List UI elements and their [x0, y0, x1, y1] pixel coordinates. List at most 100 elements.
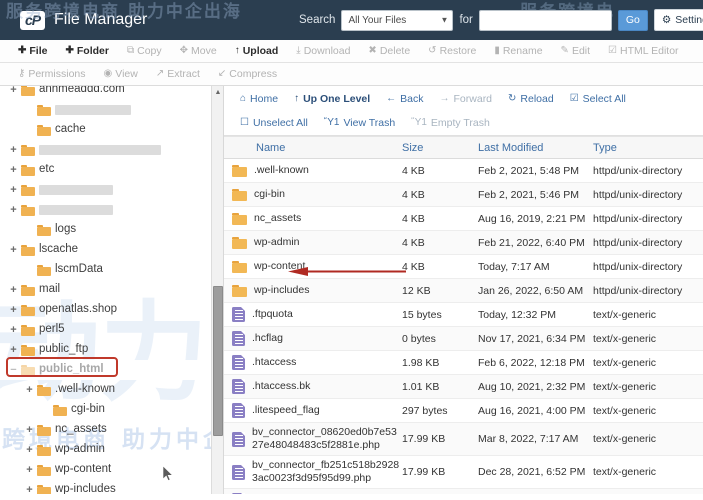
table-row[interactable]: .htaccess1.98 KBFeb 6, 2022, 12:18 PMtex…	[224, 351, 703, 375]
tree-node-redacted[interactable]: +	[0, 180, 223, 200]
nav-button-view-trash[interactable]: Ὕ1View Trash	[316, 117, 403, 129]
table-row[interactable]: .hcflag0 bytesNov 17, 2021, 6:34 PMtext/…	[224, 327, 703, 351]
file-name-cell[interactable]: wp-includes	[224, 284, 402, 297]
nav-button-up-one-level[interactable]: ↑Up One Level	[286, 93, 378, 105]
file-modified-cell: Feb 21, 2022, 6:40 PM	[478, 237, 593, 249]
toolbar-button-upload[interactable]: ↑Upload	[226, 45, 288, 57]
file-name-cell[interactable]: cgi-bin	[224, 188, 402, 201]
tree-node-openatlas-shop[interactable]: +openatlas.shop	[0, 300, 223, 320]
tree-node-etc[interactable]: +etc	[0, 160, 223, 180]
toolbar-button-folder[interactable]: ✚Folder	[56, 45, 117, 57]
tree-node-public-html[interactable]: −public_html	[0, 360, 223, 380]
file-name-cell[interactable]: .litespeed_flag	[224, 403, 402, 418]
tree-expand-icon[interactable]: +	[8, 345, 19, 356]
tree-node-wp-includes[interactable]: +wp-includes	[0, 480, 223, 494]
column-header-name[interactable]: Name	[224, 142, 402, 154]
toolbar-button-file[interactable]: ✚File	[9, 45, 56, 57]
table-row[interactable]: .ftpquota15 bytesToday, 12:32 PMtext/x-g…	[224, 303, 703, 327]
file-table-header: Name Size Last Modified Type	[224, 136, 703, 159]
tree-node-cgi-bin[interactable]: +cgi-bin	[0, 400, 223, 420]
file-name-cell[interactable]: error_log	[224, 493, 402, 494]
tree-node-nc-assets[interactable]: +nc_assets	[0, 420, 223, 440]
table-row[interactable]: bv_connector_08620ed0b7e5327e48048483c5f…	[224, 423, 703, 456]
file-size-cell: 4 KB	[402, 213, 478, 225]
file-name-cell[interactable]: nc_assets	[224, 212, 402, 225]
tree-node-perl5[interactable]: +perl5	[0, 320, 223, 340]
folder-icon	[232, 189, 247, 201]
table-row[interactable]: bv_connector_fb251c518b29283ac0023f3d95f…	[224, 456, 703, 489]
tree-expand-icon[interactable]: +	[24, 385, 35, 396]
settings-button[interactable]: ⚙ Setting	[654, 9, 703, 31]
file-name-cell[interactable]: bv_connector_08620ed0b7e5327e48048483c5f…	[224, 426, 402, 452]
file-name-cell[interactable]: .well-known	[224, 164, 402, 177]
file-name-cell[interactable]: wp-admin	[224, 236, 402, 249]
nav-button-back[interactable]: ←Back	[378, 93, 431, 105]
sidebar-scrollbar-thumb[interactable]	[213, 286, 223, 436]
file-name-cell[interactable]: wp-content	[224, 260, 402, 273]
column-header-last-modified[interactable]: Last Modified	[478, 142, 593, 154]
cpanel-logo-icon: cP	[20, 11, 45, 30]
nav-button-unselect-all[interactable]: ☐Unselect All	[232, 117, 316, 129]
tree-expand-icon[interactable]: +	[8, 325, 19, 336]
tree-collapse-icon[interactable]: −	[8, 365, 19, 376]
file-type-cell: httpd/unix-directory	[593, 213, 703, 225]
tree-node-cache[interactable]: +cache	[0, 120, 223, 140]
nav-button-home[interactable]: ⌂Home	[232, 93, 286, 105]
table-row[interactable]: cgi-bin4 KBFeb 2, 2021, 5:46 PMhttpd/uni…	[224, 183, 703, 207]
folder-icon	[37, 225, 51, 236]
file-name-cell[interactable]: bv_connector_fb251c518b29283ac0023f3d95f…	[224, 459, 402, 485]
file-type-cell: text/x-generic	[593, 466, 703, 478]
table-row[interactable]: .htaccess.bk1.01 KBAug 10, 2021, 2:32 PM…	[224, 375, 703, 399]
column-header-type[interactable]: Type	[593, 142, 703, 154]
tree-node-wp-content[interactable]: +wp-content	[0, 460, 223, 480]
table-row[interactable]: .litespeed_flag297 bytesAug 16, 2021, 4:…	[224, 399, 703, 423]
tree-expand-icon[interactable]: +	[8, 165, 19, 176]
nav-button-reload[interactable]: ↻Reload	[500, 93, 562, 105]
tree-node-redacted[interactable]: +	[0, 200, 223, 220]
search-input[interactable]	[479, 10, 612, 31]
tree-expand-icon[interactable]: +	[8, 86, 19, 96]
tree-node-wp-admin[interactable]: +wp-admin	[0, 440, 223, 460]
search-scope-select[interactable]: All Your Files	[341, 10, 453, 31]
tree-node-public-ftp[interactable]: +public_ftp	[0, 340, 223, 360]
tree-node-redacted[interactable]: +	[0, 140, 223, 160]
scroll-up-arrow-icon[interactable]: ▲	[213, 87, 223, 98]
tree-node-lscache[interactable]: +lscache	[0, 240, 223, 260]
tree-expand-icon[interactable]: +	[24, 465, 35, 476]
file-name-cell[interactable]: .ftpquota	[224, 307, 402, 322]
tree-expand-icon[interactable]: +	[8, 205, 19, 216]
table-row[interactable]: wp-admin4 KBFeb 21, 2022, 6:40 PMhttpd/u…	[224, 231, 703, 255]
column-header-size[interactable]: Size	[402, 142, 478, 154]
tree-expand-icon[interactable]: +	[24, 445, 35, 456]
table-row[interactable]: error_log9.71 MBYesterday, 11:34 PMtext/…	[224, 489, 703, 494]
tree-node--well-known[interactable]: +.well-known	[0, 380, 223, 400]
table-row[interactable]: nc_assets4 KBAug 16, 2019, 2:21 PMhttpd/…	[224, 207, 703, 231]
file-name-cell[interactable]: .htaccess	[224, 355, 402, 370]
tree-node-anhmeaddd-com[interactable]: +anhmeaddd.com	[0, 86, 223, 100]
tree-node-lscmdata[interactable]: +lscmData	[0, 260, 223, 280]
sidebar-scrollbar[interactable]: ▲	[211, 86, 223, 494]
tree-expand-icon[interactable]: +	[8, 185, 19, 196]
tree-expand-icon[interactable]: +	[8, 285, 19, 296]
table-row[interactable]: wp-content4 KBToday, 7:17 AMhttpd/unix-d…	[224, 255, 703, 279]
table-row[interactable]: .well-known4 KBFeb 2, 2021, 5:48 PMhttpd…	[224, 159, 703, 183]
tree-expand-icon[interactable]: +	[24, 485, 35, 495]
tree-expand-icon[interactable]: +	[24, 425, 35, 436]
nav-button-label: Back	[400, 93, 423, 105]
redacted-label	[55, 105, 131, 115]
file-table-body: .well-known4 KBFeb 2, 2021, 5:48 PMhttpd…	[224, 159, 703, 494]
file-name-cell[interactable]: .hcflag	[224, 331, 402, 346]
brand: cP File Manager	[20, 11, 147, 30]
nav-button-select-all[interactable]: ☑Select All	[562, 93, 634, 105]
tree-expand-icon[interactable]: +	[8, 305, 19, 316]
plus-icon: ✚	[65, 46, 73, 56]
tree-node-redacted[interactable]: +	[0, 100, 223, 120]
table-row[interactable]: wp-includes12 KBJan 26, 2022, 6:50 AMhtt…	[224, 279, 703, 303]
tree-expand-icon[interactable]: +	[8, 145, 19, 156]
file-name-cell[interactable]: .htaccess.bk	[224, 379, 402, 394]
tree-node-mail[interactable]: +mail	[0, 280, 223, 300]
file-size-cell: 4 KB	[402, 237, 478, 249]
tree-expand-icon[interactable]: +	[8, 245, 19, 256]
search-go-button[interactable]: Go	[618, 10, 648, 31]
tree-node-logs[interactable]: +logs	[0, 220, 223, 240]
